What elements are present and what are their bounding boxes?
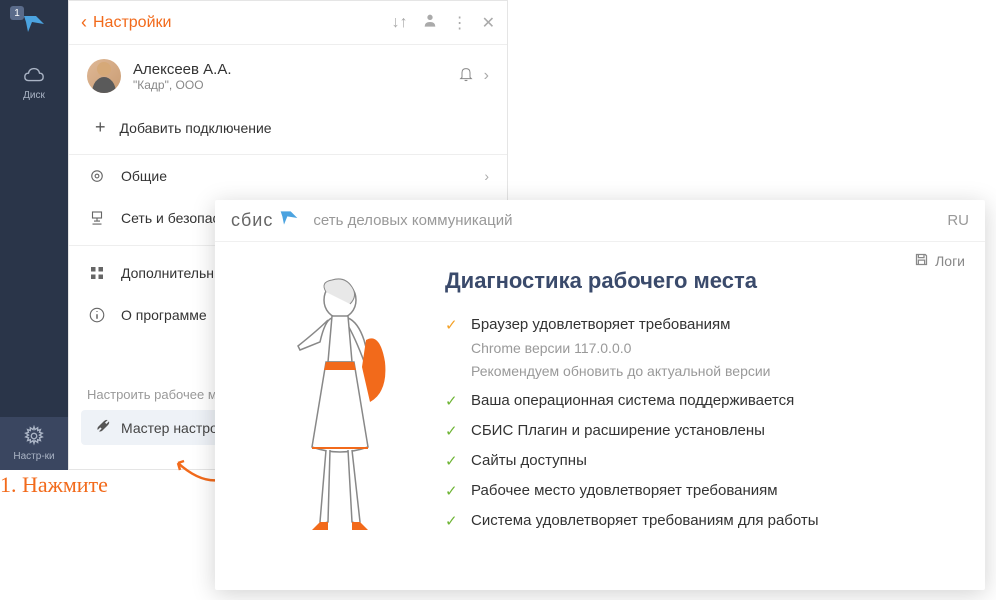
diag-item: ✓ Сайты доступны [445, 446, 965, 476]
settings-title: Настройки [93, 14, 378, 32]
info-icon [87, 306, 107, 324]
check-icon: ✓ [445, 422, 461, 440]
diag-subtext: Chrome версии 117.0.0.0 [445, 338, 965, 359]
check-icon: ✓ [445, 452, 461, 470]
chevron-right-icon: › [484, 168, 489, 184]
chevron-right-icon: › [484, 67, 489, 85]
diag-item: ✓ Ваша операционная система поддерживает… [445, 386, 965, 416]
menu-item-general[interactable]: Общие › [69, 155, 507, 197]
bird-icon [279, 208, 299, 233]
brand-tagline: сеть деловых коммуникаций [313, 212, 947, 229]
diag-item: ✓ Браузер удовлетворяет требованиям [445, 310, 965, 340]
brand-logo: сбис [231, 208, 299, 233]
sidebar-disk-label: Диск [23, 90, 45, 101]
grid-icon [87, 264, 107, 282]
add-connection-row[interactable]: + Добавить подключение [69, 107, 507, 154]
diag-item: ✓ Система удовлетворяет требованиям для … [445, 506, 965, 536]
back-icon[interactable]: ‹ [81, 12, 87, 33]
avatar [87, 59, 121, 93]
bird-icon [22, 12, 46, 41]
notification-badge: 1 [10, 6, 24, 20]
check-icon: ✓ [445, 482, 461, 500]
more-icon[interactable]: ⋮ [452, 13, 468, 33]
illustration [235, 258, 445, 572]
diag-item-text: Браузер удовлетворяет требованиям [471, 316, 731, 333]
diag-item-text: Ваша операционная система поддерживается [471, 392, 794, 409]
user-account-row[interactable]: Алексеев А.А. "Кадр", ООО › [69, 45, 507, 107]
add-connection-label: Добавить подключение [120, 120, 272, 136]
gear-icon [23, 425, 45, 447]
close-icon[interactable]: ✕ [482, 13, 495, 33]
check-icon: ✓ [445, 512, 461, 530]
diag-item: ✓ СБИС Плагин и расширение установлены [445, 416, 965, 446]
logs-button[interactable]: Логи [914, 252, 965, 270]
check-icon: ✓ [445, 392, 461, 410]
bell-icon[interactable] [458, 66, 474, 87]
sidebar-item-settings[interactable]: Настр-ки [0, 417, 68, 470]
sort-icon[interactable]: ↓↑ [392, 14, 408, 32]
annotation-1: 1. Нажмите [0, 472, 108, 498]
diagnostic-header: сбис сеть деловых коммуникаций RU [215, 200, 985, 242]
diag-item-text: Сайты доступны [471, 452, 587, 469]
diag-item-text: СБИС Плагин и расширение установлены [471, 422, 765, 439]
diag-subtext: Рекомендуем обновить до актуальной верси… [445, 361, 965, 382]
network-icon [87, 209, 107, 227]
menu-about-label: О программе [121, 307, 207, 323]
logs-label: Логи [935, 253, 965, 269]
wrench-icon [95, 418, 111, 437]
user-org: "Кадр", ООО [133, 78, 458, 92]
settings-header: ‹ Настройки ↓↑ ⋮ ✕ [69, 1, 507, 45]
user-name: Алексеев А.А. [133, 61, 458, 78]
app-logo[interactable]: 1 [12, 8, 56, 44]
gear-icon [87, 167, 107, 185]
diag-item: ✓ Рабочее место удовлетворяет требования… [445, 476, 965, 506]
sidebar-item-disk[interactable]: Диск [23, 64, 45, 101]
diagnostic-title: Диагностика рабочего места [445, 268, 965, 294]
person-icon[interactable] [422, 12, 438, 33]
language-switch[interactable]: RU [947, 212, 969, 229]
save-icon [914, 252, 929, 270]
diagnostic-window: сбис сеть деловых коммуникаций RU Логи [215, 200, 985, 590]
cloud-icon [23, 64, 45, 86]
plus-icon: + [95, 117, 106, 138]
check-icon: ✓ [445, 316, 461, 334]
diag-item-text: Рабочее место удовлетворяет требованиям [471, 482, 778, 499]
menu-general-label: Общие [121, 168, 167, 184]
sidebar-settings-label: Настр-ки [13, 451, 54, 462]
diag-item-text: Система удовлетворяет требованиям для ра… [471, 512, 819, 529]
app-sidebar: 1 Диск Настр-ки [0, 0, 68, 470]
diagnostic-content: Диагностика рабочего места ✓ Браузер удо… [445, 258, 965, 572]
